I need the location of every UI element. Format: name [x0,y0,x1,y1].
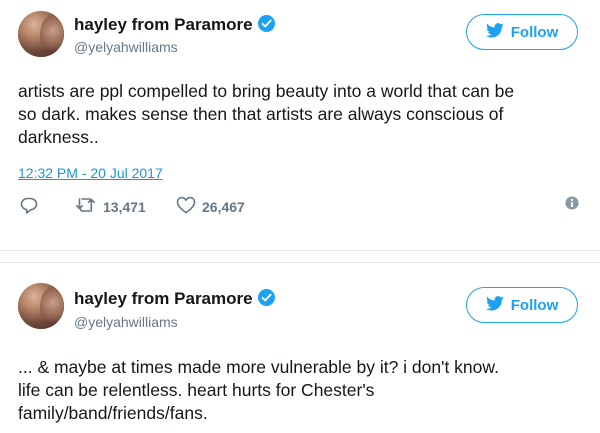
like-count: 26,467 [202,198,245,215]
tweet-text-line: family/band/friends/fans. [18,403,208,423]
info-icon [565,196,579,213]
tweet-text-line: life can be relentless. heart hurts for … [18,380,375,400]
follow-label: Follow [510,296,559,314]
follow-label: Follow [510,23,559,41]
author-name-label: hayley from Paramore [74,289,253,308]
tweet-text: artists are ppl compelled to bring beaut… [18,80,583,149]
tweet-timestamp-link[interactable]: 12:32 PM - 20 Jul 2017 [18,165,163,181]
verified-badge-icon [257,289,275,306]
follow-button[interactable]: Follow [466,14,578,50]
tweet-text-line: so dark. makes sense then that artists a… [18,104,504,124]
avatar[interactable] [18,11,64,57]
author-name[interactable]: hayley from Paramore [74,15,275,35]
twitter-bird-icon [485,22,504,42]
retweet-icon [75,196,97,217]
retweet-button[interactable]: 13,471 [75,196,146,217]
tweet-actions: 13,471 26,467 [18,196,583,220]
tweet-text-line: darkness.. [18,127,99,147]
tweet-text: ... & maybe at times made more vulnerabl… [18,356,583,425]
tweet-card: hayley from Paramore @yelyahwilliams Fol… [0,263,600,433]
reply-icon [20,196,38,217]
info-button[interactable] [565,196,579,213]
tweet-card: hayley from Paramore @yelyahwilliams Fol… [0,0,600,250]
like-button[interactable]: 26,467 [176,196,245,217]
author-name[interactable]: hayley from Paramore [74,289,275,309]
verified-badge-icon [257,15,275,32]
heart-icon [176,196,196,217]
follow-button[interactable]: Follow [466,287,578,323]
retweet-count: 13,471 [103,198,146,215]
author-handle[interactable]: @yelyahwilliams [74,314,178,330]
twitter-bird-icon [485,295,504,315]
author-handle[interactable]: @yelyahwilliams [74,39,178,55]
author-name-label: hayley from Paramore [74,15,253,34]
tweet-text-line: artists are ppl compelled to bring beaut… [18,81,515,101]
avatar[interactable] [18,283,64,329]
tweet-divider [0,250,600,263]
reply-button[interactable] [20,196,38,217]
tweet-text-line: ... & maybe at times made more vulnerabl… [18,357,499,377]
